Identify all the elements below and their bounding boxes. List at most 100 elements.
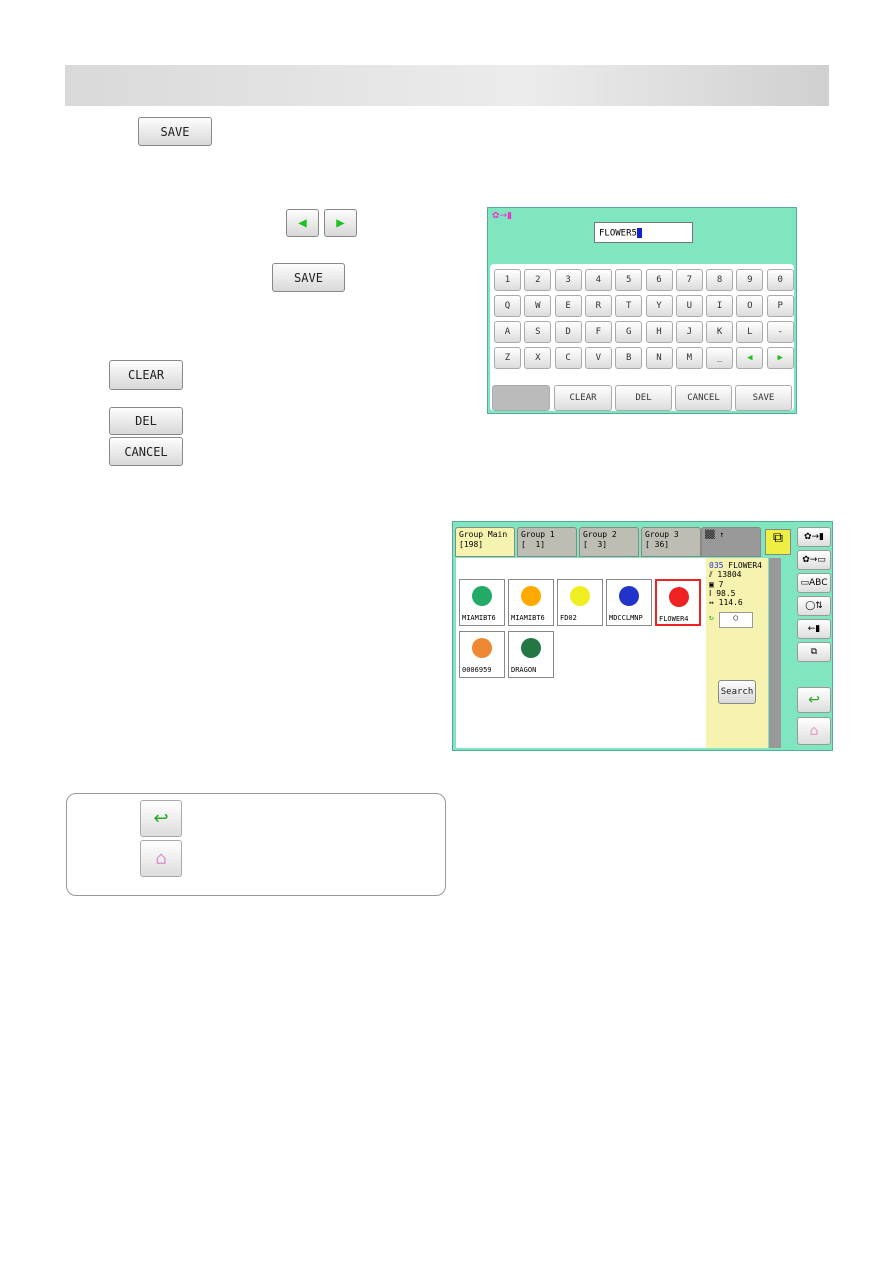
- key[interactable]: M: [675, 347, 703, 369]
- design-thumbnail: [472, 638, 492, 658]
- key[interactable]: V: [584, 347, 612, 369]
- keyboard-clear-button[interactable]: CLEAR: [554, 385, 612, 411]
- key[interactable]: 4: [584, 269, 612, 291]
- key[interactable]: _: [706, 347, 734, 369]
- preview-toggle[interactable]: ○: [718, 612, 753, 628]
- keyboard-screen: ✿→▮ FLOWER5 1234567890 QWERTYUIOP ASDFGHJK…: [487, 207, 797, 414]
- key[interactable]: K: [706, 321, 734, 343]
- right-arrow-button[interactable]: ▶: [324, 209, 357, 237]
- keyboard: 1 2 3 4 5 6 7 8 9 0 Q W E R T Y U I O P A S D F G H J K L - Z X C V B N M _ ◀ ▶…: [490, 264, 794, 411]
- tab-group[interactable]: Group 2 [ 3]: [579, 527, 639, 557]
- key[interactable]: I: [706, 295, 734, 317]
- key[interactable]: Z: [494, 347, 521, 369]
- key[interactable]: ▶: [766, 347, 794, 369]
- keyboard-del-button[interactable]: DEL: [615, 385, 672, 411]
- design-label: FLOWER4: [659, 615, 689, 623]
- key[interactable]: G: [615, 321, 643, 343]
- key[interactable]: 5: [615, 269, 643, 291]
- design-grid: MIAMIBT6 MIAMIBT6 FD02 MDCCLMNP FLOWER4 00069…: [456, 558, 706, 748]
- del-button[interactable]: DEL: [109, 407, 183, 435]
- key[interactable]: 8: [706, 269, 734, 291]
- key[interactable]: P: [766, 295, 794, 317]
- design-info-panel: 035 FLOWER4 ⫽ 13804 ▣ 7 Ⅰ 98.5 ↔ 114.6 ↻…: [706, 558, 768, 748]
- design-thumbnail: [472, 586, 492, 606]
- design-label: FD02: [560, 614, 577, 622]
- clear-button[interactable]: CLEAR: [109, 360, 183, 390]
- key[interactable]: J: [675, 321, 703, 343]
- key[interactable]: Q: [494, 295, 521, 317]
- key[interactable]: E: [554, 295, 582, 317]
- key[interactable]: A: [494, 321, 521, 343]
- key[interactable]: C: [554, 347, 582, 369]
- key[interactable]: 0: [766, 269, 794, 291]
- design-tile[interactable]: MDCCLMNP: [606, 579, 652, 626]
- key[interactable]: 1: [494, 269, 521, 291]
- key[interactable]: 3: [554, 269, 582, 291]
- name-input[interactable]: FLOWER5: [594, 222, 693, 243]
- back-icon[interactable]: ↩: [140, 800, 182, 837]
- design-tile[interactable]: DRAGON: [508, 631, 554, 678]
- stitch-count: 13804: [717, 570, 742, 579]
- design-thumbnail: [669, 587, 689, 607]
- home-icon[interactable]: ⌂: [140, 840, 182, 877]
- key[interactable]: ◀: [736, 347, 764, 369]
- key[interactable]: X: [524, 347, 552, 369]
- save-button[interactable]: SAVE: [138, 117, 212, 146]
- design-to-memory-icon[interactable]: ✿→▮: [797, 527, 831, 547]
- usb-icon[interactable]: ←▮: [797, 619, 831, 639]
- design-tile[interactable]: FLOWER4: [655, 579, 701, 626]
- tab-group[interactable]: Group 1 [ 1]: [517, 527, 577, 557]
- key[interactable]: N: [645, 347, 673, 369]
- save-button-2[interactable]: SAVE: [272, 263, 345, 292]
- key[interactable]: 6: [645, 269, 673, 291]
- back-icon[interactable]: ↩: [797, 687, 831, 713]
- sort-icon[interactable]: ◯⇅: [797, 596, 831, 616]
- design-to-folder-icon[interactable]: ✿→▭: [797, 550, 831, 570]
- key[interactable]: R: [584, 295, 612, 317]
- key[interactable]: W: [524, 295, 552, 317]
- key[interactable]: O: [736, 295, 764, 317]
- copy-icon[interactable]: ⧉: [797, 642, 831, 662]
- design-tile[interactable]: FD02: [557, 579, 603, 626]
- design-select-screen: Group Main [198] Group 1 [ 1] Group 2 [ 3]…: [452, 521, 833, 751]
- search-button[interactable]: Search: [718, 680, 756, 704]
- key[interactable]: S: [524, 321, 552, 343]
- key[interactable]: 2: [524, 269, 552, 291]
- groups-icon[interactable]: ⧉: [765, 529, 791, 555]
- key[interactable]: 9: [736, 269, 764, 291]
- design-label: 0006959: [462, 666, 492, 674]
- home-icon[interactable]: ⌂: [797, 717, 831, 745]
- design-thumbnail: [570, 586, 590, 606]
- section-header-bar: [65, 65, 829, 106]
- design-thumbnail: [521, 586, 541, 606]
- blank-key[interactable]: [492, 385, 550, 411]
- key[interactable]: L: [736, 321, 764, 343]
- key[interactable]: 7: [675, 269, 703, 291]
- rotate-icon[interactable]: ↻: [709, 613, 714, 622]
- design-tile[interactable]: 0006959: [459, 631, 505, 678]
- key[interactable]: B: [615, 347, 643, 369]
- key[interactable]: H: [645, 321, 673, 343]
- name-input-value: FLOWER5: [599, 228, 637, 239]
- key[interactable]: D: [554, 321, 582, 343]
- design-label: MDCCLMNP: [609, 614, 643, 622]
- key[interactable]: U: [675, 295, 703, 317]
- left-arrow-button[interactable]: ◀: [286, 209, 319, 237]
- design-width: 114.6: [718, 598, 743, 607]
- design-tile[interactable]: MIAMIBT6: [508, 579, 554, 626]
- design-name: FLOWER4: [728, 561, 762, 570]
- note-box: ↩ ⌂: [66, 793, 446, 896]
- key[interactable]: F: [584, 321, 612, 343]
- cancel-button[interactable]: CANCEL: [109, 437, 183, 466]
- key[interactable]: -: [766, 321, 794, 343]
- key[interactable]: Y: [645, 295, 673, 317]
- tab-group[interactable]: Group 3 [ 36]: [641, 527, 701, 557]
- folder-abc-icon[interactable]: ▭ABC: [797, 573, 831, 593]
- tab-extra[interactable]: ▒▒ ↑: [701, 527, 761, 557]
- tab-group[interactable]: Group Main [198]: [455, 527, 515, 557]
- keyboard-save-button[interactable]: SAVE: [735, 385, 792, 411]
- keyboard-cancel-button[interactable]: CANCEL: [675, 385, 732, 411]
- key[interactable]: T: [615, 295, 643, 317]
- design-tile[interactable]: MIAMIBT6: [459, 579, 505, 626]
- scrollbar[interactable]: [769, 558, 781, 748]
